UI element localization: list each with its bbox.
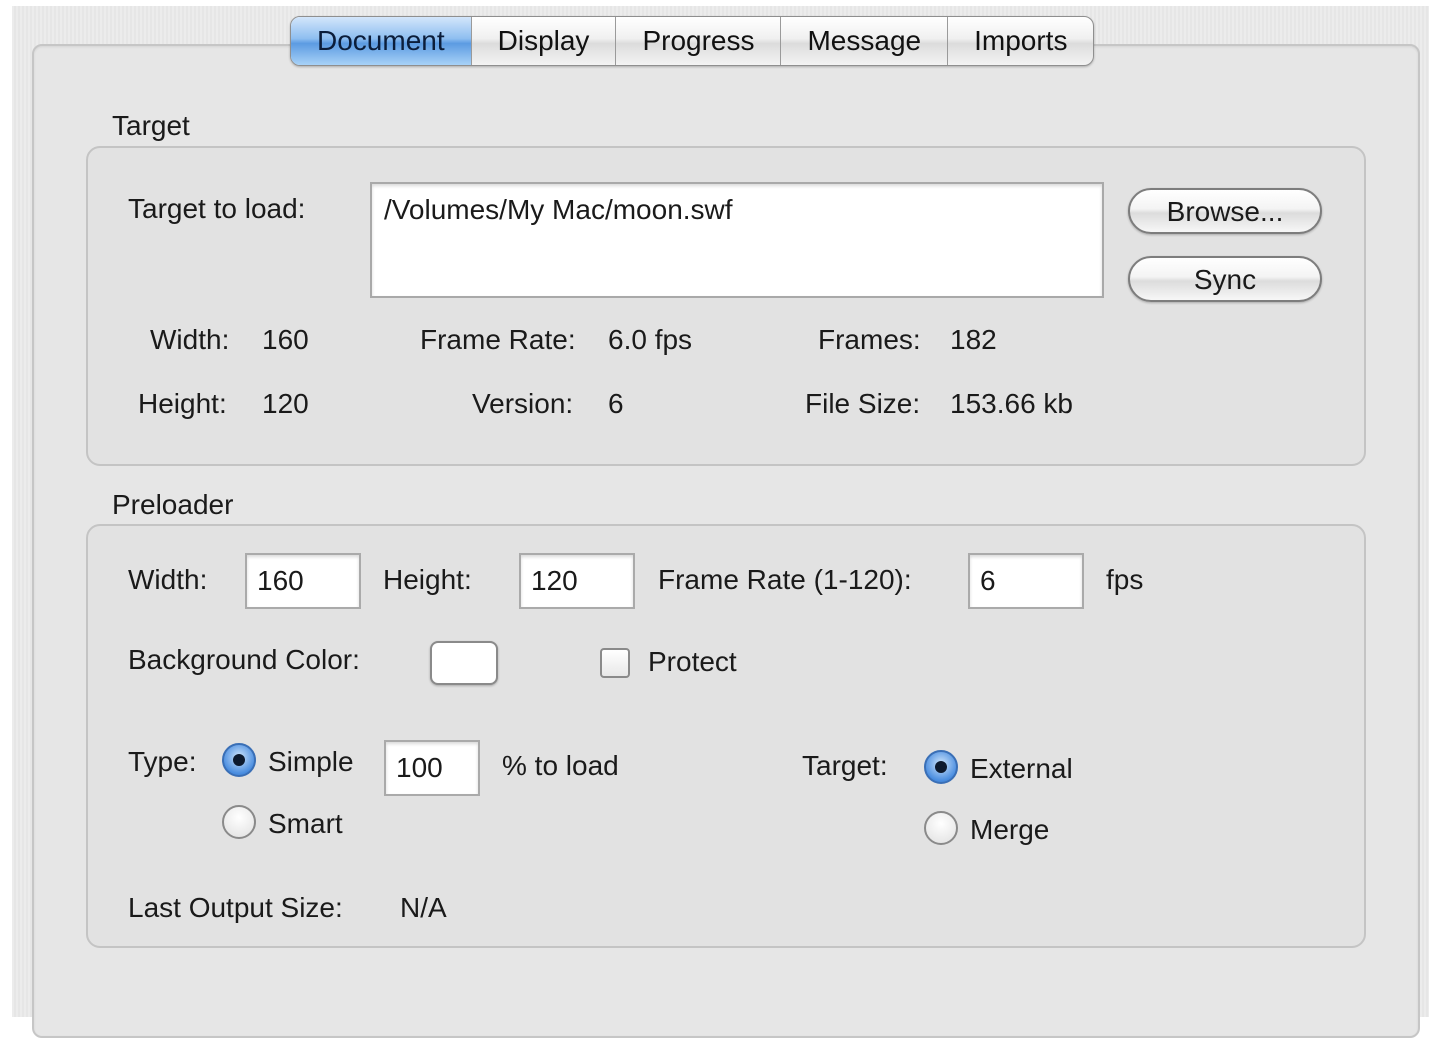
target-path-field[interactable]: /Volumes/My Mac/moon.swf [370, 182, 1104, 298]
preloader-height-input[interactable]: 120 [519, 553, 635, 609]
target-width-label: Width: [150, 324, 230, 355]
background-color-label: Background Color: [128, 644, 360, 675]
tab-bar: Document Display Progress Message Import… [290, 16, 1095, 66]
type-simple-radio[interactable] [222, 743, 256, 777]
background-color-swatch[interactable] [430, 641, 498, 685]
type-label: Type: [128, 746, 197, 777]
type-smart-label: Smart [268, 808, 343, 839]
target-height-label: Height: [138, 388, 227, 419]
target-merge-label: Merge [970, 814, 1050, 845]
type-smart-radio[interactable] [222, 805, 256, 839]
preloader-group-title: Preloader [112, 489, 234, 520]
target-external-radio[interactable] [924, 750, 958, 784]
target-version-value: 6 [608, 388, 624, 419]
preloader-width-input[interactable]: 160 [245, 553, 361, 609]
last-output-size-value: N/A [400, 892, 447, 923]
tab-display[interactable]: Display [472, 17, 617, 65]
target-file-size-value: 153.66 kb [950, 388, 1073, 419]
tab-imports[interactable]: Imports [948, 17, 1093, 65]
target-frame-rate-value: 6.0 fps [608, 324, 693, 355]
target-frame-rate-label: Frame Rate: [420, 324, 576, 355]
target-frames-value: 182 [950, 324, 997, 355]
type-simple-label: Simple [268, 746, 354, 777]
preloader-height-label: Height: [383, 564, 472, 595]
target-group-title: Target [112, 110, 190, 141]
preloader-width-label: Width: [128, 564, 208, 595]
tab-progress[interactable]: Progress [616, 17, 782, 65]
sync-button[interactable]: Sync [1128, 256, 1322, 302]
target-width-value: 160 [262, 324, 309, 355]
target-height-value: 120 [262, 388, 309, 419]
last-output-size-label: Last Output Size: [128, 892, 343, 923]
target-path-text: /Volumes/My Mac/moon.swf [384, 194, 733, 225]
tab-message[interactable]: Message [781, 17, 949, 65]
tab-document[interactable]: Document [291, 17, 472, 65]
preloader-frame-rate-input[interactable]: 6 [968, 553, 1084, 609]
target-frames-label: Frames: [818, 324, 921, 355]
target-merge-radio[interactable] [924, 811, 958, 845]
target-file-size-label: File Size: [805, 388, 921, 419]
target-version-label: Version: [472, 388, 574, 419]
protect-label: Protect [648, 646, 737, 677]
browse-button[interactable]: Browse... [1128, 188, 1322, 234]
preloader-target-label: Target: [802, 750, 888, 781]
preloader-frame-rate-label: Frame Rate (1-120): [658, 564, 912, 595]
percent-to-load-label: % to load [502, 750, 619, 781]
target-external-label: External [970, 753, 1073, 784]
protect-checkbox[interactable] [600, 648, 630, 678]
percent-to-load-input[interactable]: 100 [384, 740, 480, 796]
fps-label: fps [1106, 564, 1144, 595]
target-to-load-label: Target to load: [128, 193, 306, 224]
